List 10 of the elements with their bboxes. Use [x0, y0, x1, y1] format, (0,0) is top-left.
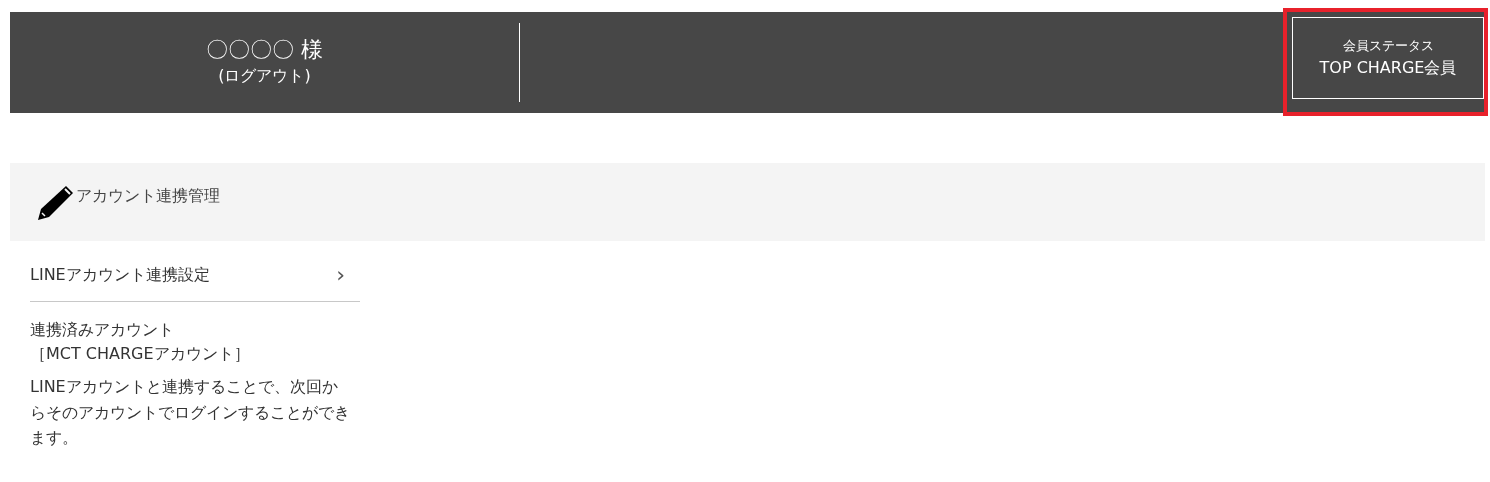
member-status-value: TOP CHARGE会員 [1319, 56, 1457, 79]
section-title: アカウント連携管理 [76, 185, 220, 207]
logout-link[interactable]: (ログアウト) [218, 63, 311, 88]
description-text: LINEアカウントと連携することで、次回からそのアカウントでログインすることができます。 [30, 376, 350, 450]
linked-account-label: 連携済みアカウント [30, 319, 175, 341]
linked-account-value: ［MCT CHARGEアカウント］ [30, 343, 251, 365]
user-name: 〇〇〇〇 様 [206, 37, 323, 64]
pencil-icon [36, 183, 76, 221]
line-settings-link[interactable]: LINEアカウント連携設定 › [30, 263, 360, 302]
member-status-label: 会員ステータス [1342, 37, 1434, 56]
